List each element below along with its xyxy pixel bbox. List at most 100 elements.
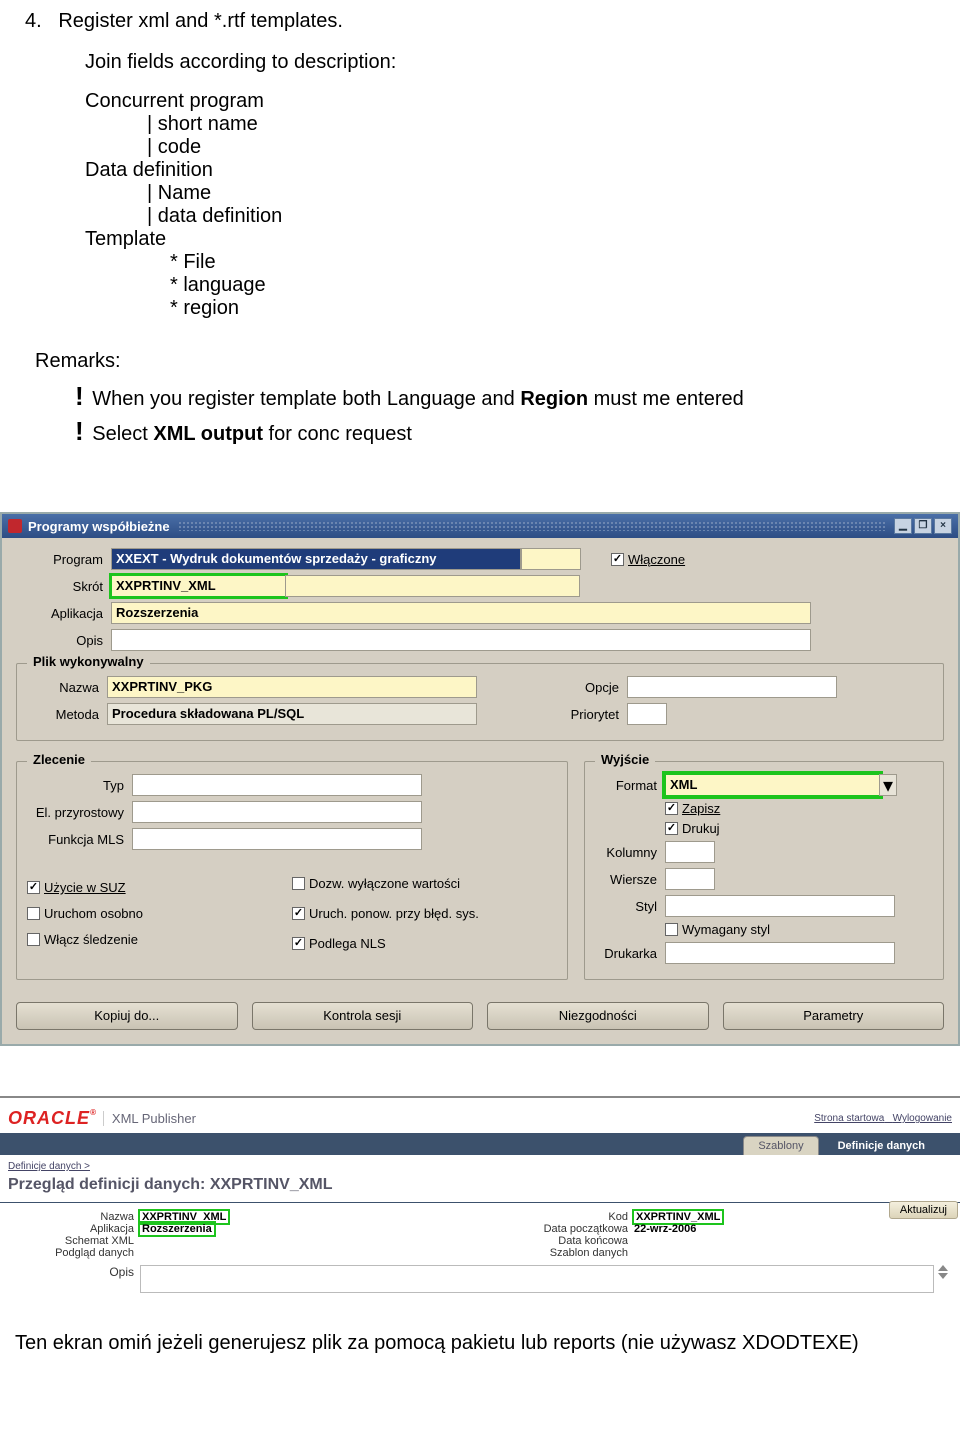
link-strona[interactable]: Strona startowa — [814, 1113, 884, 1124]
checkbox-wymstyl[interactable]: Wymagany styl — [665, 922, 770, 937]
xmlp-panel: ORACLE® XML Publisher Strona startowa Wy… — [0, 1096, 960, 1297]
label-kolumny: Kolumny — [595, 845, 665, 860]
sledz-label: Włącz śledzenie — [44, 932, 138, 947]
priorytet-field[interactable] — [627, 703, 667, 725]
osobno-label: Uruchom osobno — [44, 906, 143, 921]
tree-shortname: | short name — [147, 113, 935, 136]
drukarka-field[interactable] — [665, 942, 895, 964]
opcje-field[interactable] — [627, 676, 837, 698]
excl-icon: ! — [75, 416, 84, 446]
xmlp-label-kod: Kod — [494, 1211, 634, 1223]
minimize-button[interactable]: ▁ — [894, 518, 912, 534]
tree-code: | code — [147, 136, 935, 159]
step-text: Register xml and *.rtf templates. — [58, 10, 343, 32]
xmlp-dp-value: 22-wrz-2006 — [634, 1223, 696, 1235]
tree-ddname: | Name — [147, 182, 935, 205]
checkbox-sledzenie[interactable]: Włącz śledzenie — [27, 932, 138, 947]
program-field[interactable]: XXEXT - Wydruk dokumentów sprzedaży - gr… — [111, 548, 521, 570]
mls-field[interactable] — [132, 828, 422, 850]
close-button[interactable]: × — [934, 518, 952, 534]
xmlp-label-app: Aplikacja — [40, 1223, 140, 1235]
xmlp-label-podglad: Podgląd danych — [40, 1247, 140, 1259]
program-field-ext[interactable] — [521, 548, 581, 570]
nazwa-field[interactable]: XXPRTINV_PKG — [107, 676, 477, 698]
checkbox-drukuj[interactable]: ✓Drukuj — [665, 821, 720, 836]
tree-file: * File — [170, 251, 935, 274]
checkbox-suz[interactable]: ✓Użycie w SUZ — [27, 880, 126, 895]
legend-wyjscie: Wyjście — [595, 752, 655, 767]
remark-1: ! When you register template both Langua… — [75, 381, 935, 412]
forms-titlebar[interactable]: Programy współbieżne ▁ ❐ × — [2, 514, 958, 538]
link-wylog[interactable]: Wylogowanie — [893, 1113, 952, 1124]
skrot-field-ext[interactable] — [285, 575, 580, 597]
remark1-b: Region — [520, 388, 588, 410]
tab-definicje[interactable]: Definicje danych — [823, 1136, 940, 1155]
niezgodnosci-button[interactable]: Niezgodności — [487, 1002, 709, 1030]
wlaczone-label: Włączone — [628, 552, 685, 567]
wymstyl-label: Wymagany styl — [682, 922, 770, 937]
xmlp-opis-field[interactable] — [140, 1265, 934, 1293]
label-wiersze: Wiersze — [595, 872, 665, 887]
dozw-label: Dozw. wyłączone wartości — [309, 876, 460, 891]
aplikacja-field[interactable]: Rozszerzenia — [111, 602, 811, 624]
opis-field[interactable] — [111, 629, 811, 651]
checkbox-uruch[interactable]: ✓Uruch. ponow. przy błęd. sys. — [292, 906, 479, 921]
metoda-field[interactable]: Procedura składowana PL/SQL — [107, 703, 477, 725]
tree-cp: Concurrent program — [85, 90, 935, 113]
legend-zlecenie: Zlecenie — [27, 752, 91, 767]
label-program: Program — [16, 552, 111, 567]
checkbox-osobno[interactable]: Uruchom osobno — [27, 906, 143, 921]
nls-label: Podlega NLS — [309, 936, 386, 951]
label-opis: Opis — [16, 633, 111, 648]
styl-field[interactable] — [665, 895, 895, 917]
remark1-c: must me entered — [588, 388, 744, 410]
zapisz-label: Zapisz — [682, 801, 720, 816]
suz-label: Użycie w SUZ — [44, 880, 126, 895]
xmlp-label-sz: Szablon danych — [494, 1247, 634, 1259]
xmlp-app-value: Rozszerzenia — [140, 1223, 214, 1235]
skrot-field[interactable]: XXPRTINV_XML — [111, 575, 286, 597]
label-mls: Funkcja MLS — [27, 832, 132, 847]
fieldset-plik: Plik wykonywalny Nazwa XXPRTINV_PKG Opcj… — [16, 663, 944, 741]
tree-lang: * language — [170, 274, 935, 297]
xmlp-nazwa-value: XXPRTINV_XML — [140, 1211, 228, 1223]
breadcrumb[interactable]: Definicje danych > — [0, 1155, 960, 1174]
tab-szablony[interactable]: Szablony — [743, 1136, 818, 1155]
restore-button[interactable]: ❐ — [914, 518, 932, 534]
label-elp: El. przyrostowy — [27, 805, 132, 820]
tree-region: * region — [170, 297, 935, 320]
xmlp-label-nazwa: Nazwa — [40, 1211, 140, 1223]
label-typ: Typ — [27, 778, 132, 793]
uruch-label: Uruch. ponow. przy błęd. sys. — [309, 906, 479, 921]
xmlp-label-schema: Schemat XML — [40, 1235, 140, 1247]
elp-field[interactable] — [132, 801, 422, 823]
xmlp-toplinks[interactable]: Strona startowa Wylogowanie — [814, 1113, 952, 1124]
format-field[interactable]: XML — [665, 774, 880, 796]
forms-window: Programy współbieżne ▁ ❐ × Program XXEXT… — [0, 512, 960, 1046]
tree-dddef: | data definition — [147, 205, 935, 228]
label-styl: Styl — [595, 899, 665, 914]
kontrola-button[interactable]: Kontrola sesji — [252, 1002, 474, 1030]
tree-tpl: Template — [85, 228, 935, 251]
format-dropdown-icon[interactable]: ▾ — [879, 774, 897, 796]
xmlp-label-dp: Data początkowa — [494, 1223, 634, 1235]
remarks-heading: Remarks: — [35, 350, 935, 373]
wiersze-field[interactable] — [665, 868, 715, 890]
label-opcje: Opcje — [477, 680, 627, 695]
window-title: Programy współbieżne — [28, 519, 170, 534]
typ-field[interactable] — [132, 774, 422, 796]
checkbox-dozw[interactable]: Dozw. wyłączone wartości — [292, 876, 460, 891]
checkbox-wlaczone[interactable]: ✓Włączone — [611, 552, 685, 567]
kopiuj-button[interactable]: Kopiuj do... — [16, 1002, 238, 1030]
checkbox-zapisz[interactable]: ✓Zapisz — [665, 801, 720, 816]
remark-2: ! Select XML output for conc request — [75, 416, 935, 447]
aktualizuj-button[interactable]: Aktualizuj — [889, 1201, 958, 1219]
parametry-button[interactable]: Parametry — [723, 1002, 945, 1030]
xmlp-title: XML Publisher — [103, 1111, 196, 1126]
scroll-icon[interactable] — [938, 1265, 948, 1293]
legend-plik: Plik wykonywalny — [27, 654, 150, 669]
drukuj-label: Drukuj — [682, 821, 720, 836]
footer-note: Ten ekran omiń jeżeli generujesz plik za… — [0, 1332, 960, 1355]
checkbox-nls[interactable]: ✓Podlega NLS — [292, 936, 386, 951]
kolumny-field[interactable] — [665, 841, 715, 863]
